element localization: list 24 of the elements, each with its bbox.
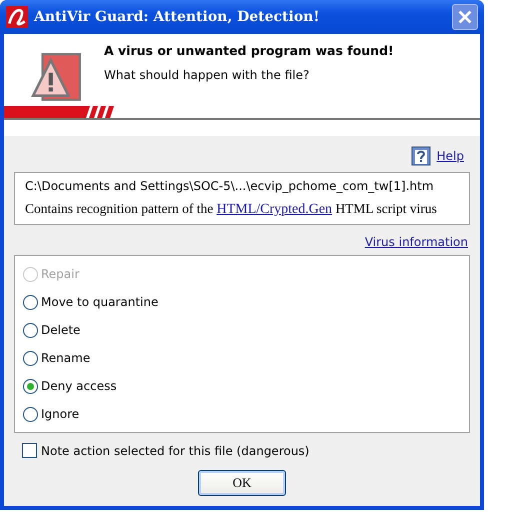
action-label[interactable]: Delete (41, 323, 80, 337)
action-label[interactable]: Rename (41, 351, 90, 365)
note-checkbox[interactable]: Note action selected for this file (dangerous) (22, 443, 470, 458)
logo-icon (6, 6, 28, 28)
radio-button[interactable] (23, 378, 38, 394)
help-icon[interactable] (410, 146, 431, 166)
radio-button[interactable] (23, 350, 38, 366)
radio-button[interactable] (23, 322, 38, 338)
action-label[interactable]: Move to quarantine (41, 295, 158, 309)
file-path: C:\Documents and Settings\SOC-5\...\ecvip_pchome_com_tw[1].htm (25, 179, 435, 193)
radio-button[interactable] (23, 294, 38, 310)
action-label[interactable]: Ignore (41, 407, 80, 421)
close-icon (456, 8, 474, 26)
warning-icon (30, 52, 82, 104)
alert-heading: A virus or unwanted program was found! (104, 43, 394, 58)
ok-button[interactable]: OK (198, 470, 286, 496)
window-title: AntiVir Guard: Attention, Detection! (34, 9, 321, 25)
virus-name-link[interactable]: HTML/Crypted.Gen (216, 202, 332, 217)
help-link[interactable]: Help (436, 149, 464, 163)
action-label[interactable]: Deny access (41, 379, 117, 393)
alert-question: What should happen with the file? (104, 68, 310, 82)
detection-description: Contains recognition pattern of the HTML/Crypted.Gen HTML script virus (25, 201, 438, 218)
radio-button[interactable] (23, 406, 38, 422)
virus-information-link[interactable]: Virus information (364, 235, 468, 249)
